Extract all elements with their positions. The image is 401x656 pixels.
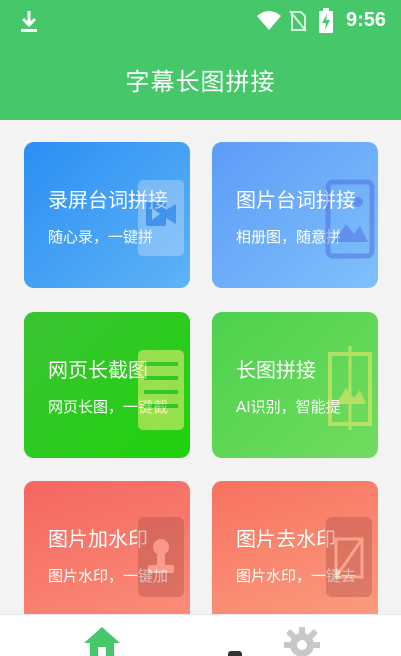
page-title: 字幕长图拼接	[125, 68, 276, 96]
card-webpage-screenshot[interactable]: 网页长截图 网页长图，一键截	[24, 312, 190, 458]
bottom-navigation	[0, 614, 401, 656]
wifi-icon	[257, 11, 281, 30]
no-sim-icon	[289, 10, 307, 32]
card-add-watermark[interactable]: 图片加水印 图片水印，一键加	[24, 481, 190, 627]
card-long-image-stitch[interactable]: 长图拼接 AI识别，智能提	[212, 312, 378, 458]
webpage-icon	[138, 350, 184, 430]
card-title: 图片去水印	[236, 527, 336, 551]
settings-icon[interactable]	[282, 625, 322, 656]
battery-charging-icon	[319, 8, 333, 33]
card-title: 长图拼接	[236, 358, 316, 382]
stamp-icon	[138, 517, 184, 597]
app-header: 字幕长图拼接	[0, 40, 401, 120]
card-title: 图片加水印	[48, 527, 148, 551]
status-time: 9:56	[346, 9, 387, 31]
card-screen-record-stitch[interactable]: 录屏台词拼接 随心录，一键拼	[24, 142, 190, 288]
video-icon	[138, 180, 184, 256]
home-icon[interactable]	[80, 625, 124, 656]
stitch-image-icon	[328, 346, 372, 430]
card-image-stitch[interactable]: 图片台词拼接 相册图，随意拼	[212, 142, 378, 288]
card-title: 网页长截图	[48, 358, 148, 382]
remove-watermark-icon	[326, 517, 372, 597]
nav-indicator	[228, 651, 242, 656]
card-remove-watermark[interactable]: 图片去水印 图片水印，一键去	[212, 481, 378, 627]
status-bar: 9:56	[0, 0, 401, 40]
image-icon	[325, 179, 375, 259]
download-icon	[21, 11, 37, 32]
